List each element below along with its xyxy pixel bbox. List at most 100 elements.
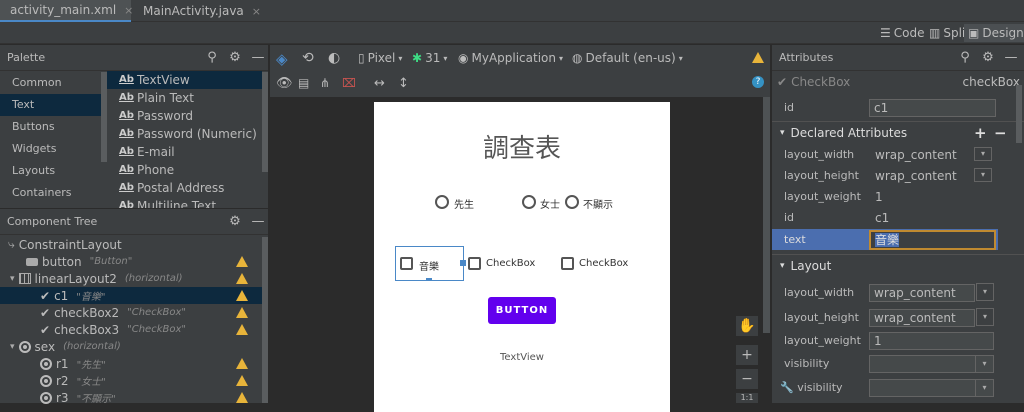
attr-value[interactable]: wrap_content (875, 148, 957, 162)
add-icon[interactable]: + (974, 124, 987, 142)
palette-category-widgets[interactable]: Widgets (6, 138, 101, 160)
attr-value[interactable]: 1 (875, 190, 883, 204)
dropdown-button[interactable]: ▾ (976, 308, 994, 326)
checkbox-3[interactable] (561, 257, 574, 270)
palette-scrollbar[interactable] (262, 72, 268, 172)
checkbox-c1[interactable] (400, 257, 413, 270)
theme-icon[interactable]: ◐ (328, 50, 340, 66)
close-icon[interactable]: × (252, 5, 261, 18)
search-icon[interactable]: ⚲ (205, 51, 219, 65)
component-tree-panel: Component Tree ⚙ — ⤷ ConstraintLayout bu… (0, 209, 268, 406)
zoom-out-button[interactable]: − (736, 369, 758, 389)
pan-icon[interactable]: ✋ (736, 316, 758, 336)
gear-icon[interactable]: ⚙ (228, 215, 242, 229)
radio-r3[interactable] (565, 195, 579, 209)
warning-icon[interactable] (236, 375, 248, 386)
warning-icon[interactable] (236, 324, 248, 335)
resize-handle[interactable] (426, 278, 432, 281)
preview-button[interactable]: BUTTON (488, 297, 556, 324)
palette-item-password[interactable]: Ab Password (107, 107, 262, 125)
warning-icon[interactable] (236, 290, 248, 301)
palette-category-containers[interactable]: Containers (6, 182, 101, 204)
design-view-button[interactable]: ▣ Design (964, 24, 1024, 42)
warning-icon[interactable] (236, 307, 248, 318)
locale-selector[interactable]: ◍ Default (en-us) ▾ (572, 51, 683, 65)
dropdown-button[interactable]: ▾ (974, 147, 992, 161)
remove-icon[interactable]: − (994, 124, 1007, 142)
vertical-resize-icon[interactable]: ↕ (398, 76, 409, 91)
search-icon[interactable]: ⚲ (958, 51, 972, 65)
device-selector[interactable]: ▯ Pixel ▾ (358, 51, 402, 65)
warning-icon[interactable] (236, 256, 248, 267)
palette-category-layouts[interactable]: Layouts (6, 160, 101, 182)
clear-constraints-icon[interactable]: ⌧ (342, 76, 356, 90)
radio-r2[interactable] (522, 195, 536, 209)
help-icon[interactable]: ? (752, 76, 764, 88)
warning-icon[interactable] (752, 52, 764, 63)
palette-item-password-numeric[interactable]: Ab Password (Numeric) (107, 125, 262, 143)
dropdown-button[interactable]: ▾ (976, 283, 994, 301)
palette-item-phone[interactable]: Ab Phone (107, 161, 262, 179)
declared-attributes-header[interactable]: ▾ Declared Attributes + − (772, 121, 1024, 143)
layout-height-select[interactable]: wrap_content (869, 308, 975, 327)
attr-text-input[interactable]: 音樂 (869, 230, 996, 250)
tree-scrollbar[interactable] (262, 237, 268, 403)
attr-id-input[interactable]: c1 (869, 98, 996, 117)
close-icon[interactable]: × (124, 4, 133, 17)
layers-icon[interactable]: ◈ (276, 50, 288, 68)
dropdown-button[interactable]: ▾ (974, 168, 992, 182)
palette-category-buttons[interactable]: Buttons (6, 116, 101, 138)
eye-icon[interactable]: 👁 (276, 76, 293, 91)
radio-r1[interactable] (435, 195, 449, 209)
palette-item-plain-text[interactable]: Ab Plain Text (107, 89, 262, 107)
tree-node-constraintlayout[interactable]: ⤷ ConstraintLayout (0, 236, 268, 253)
gear-icon[interactable]: ⚙ (228, 51, 242, 65)
horizontal-resize-icon[interactable]: ↔ (374, 76, 385, 91)
tree-node-r2[interactable]: r2 "女士" (0, 372, 268, 389)
tree-node-button[interactable]: button "Button" (0, 253, 268, 270)
minimize-icon[interactable]: — (251, 215, 265, 229)
attr-value[interactable]: wrap_content (875, 169, 957, 183)
tree-node-c1[interactable]: ✔ c1 "音樂" (0, 287, 268, 304)
palette-category-text[interactable]: Text (0, 94, 101, 116)
orientation-icon[interactable]: ⟲ (302, 50, 314, 66)
tree-node-checkbox2[interactable]: ✔ checkBox2 "CheckBox" (0, 304, 268, 321)
layout-width-select[interactable]: wrap_content (869, 283, 975, 302)
tree-node-linearlayout2[interactable]: ▾ linearLayout2 (horizontal) (0, 270, 268, 287)
tree-node-sex[interactable]: ▾ sex (horizontal) (0, 338, 268, 355)
tree-node-checkbox3[interactable]: ✔ checkBox3 "CheckBox" (0, 321, 268, 338)
tree-node-r3[interactable]: r3 "不顯示" (0, 389, 268, 406)
warning-icon[interactable] (236, 358, 248, 369)
visibility-select[interactable]: ▾ (869, 354, 994, 373)
tab-mainactivity[interactable]: MainActivity.java × (133, 0, 261, 22)
checkbox-2[interactable] (468, 257, 481, 270)
canvas-scrollbar[interactable] (763, 97, 770, 333)
minimize-icon[interactable]: — (1004, 51, 1018, 65)
palette-item-textview[interactable]: Ab TextView (107, 71, 262, 89)
api-selector[interactable]: ✱ 31 ▾ (412, 51, 447, 65)
warning-icon[interactable] (236, 273, 248, 284)
code-view-button[interactable]: ☰ Code (876, 24, 929, 42)
blueprint-icon[interactable]: ▤ (298, 76, 309, 90)
layout-header[interactable]: ▾ Layout (772, 254, 1024, 276)
attributes-scrollbar[interactable] (1016, 85, 1022, 143)
preview-textview[interactable]: TextView (374, 352, 670, 363)
app-theme-selector[interactable]: ◉ MyApplication ▾ (458, 51, 563, 65)
tab-activity-main[interactable]: activity_main.xml × (0, 0, 133, 22)
resize-handle[interactable] (460, 260, 466, 266)
palette-item-postal-address[interactable]: Ab Postal Address (107, 179, 262, 197)
warning-icon[interactable] (236, 392, 248, 403)
palette-item-email[interactable]: Ab E-mail (107, 143, 262, 161)
preview-title[interactable]: 調查表 (374, 128, 670, 165)
attr-value[interactable]: c1 (875, 211, 889, 225)
palette-item-multiline-text[interactable]: Ab Multiline Text (107, 197, 262, 208)
layout-weight-input[interactable]: 1 (869, 331, 994, 350)
palette-category-common[interactable]: Common (6, 72, 101, 94)
minimize-icon[interactable]: — (251, 51, 265, 65)
tree-node-r1[interactable]: r1 "先生" (0, 355, 268, 372)
gear-icon[interactable]: ⚙ (981, 51, 995, 65)
zoom-actual-button[interactable]: 1:1 (736, 393, 758, 403)
tools-visibility-select[interactable]: ▾ (869, 378, 994, 397)
magnet-off-icon[interactable]: ⋔ (320, 76, 330, 90)
zoom-in-button[interactable]: + (736, 345, 758, 365)
